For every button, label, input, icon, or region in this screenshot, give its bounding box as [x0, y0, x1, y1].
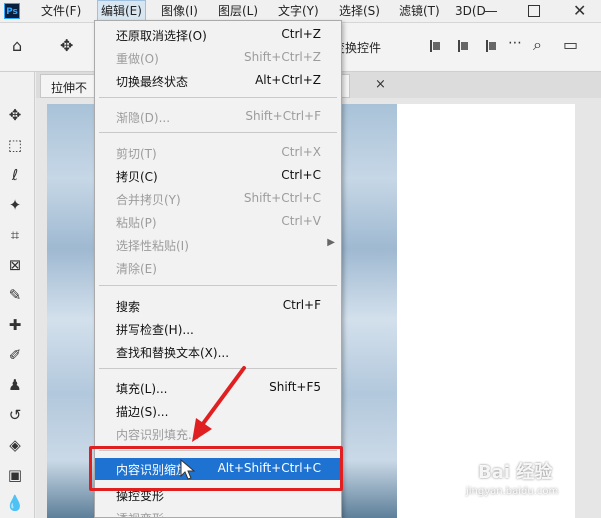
align-right-icon[interactable]	[486, 40, 496, 52]
maximize-icon[interactable]	[528, 5, 540, 17]
watermark-url: jingyan.baidu.com	[466, 486, 559, 497]
menu-item-find-replace[interactable]: 查找和替换文本(X)...	[95, 341, 341, 363]
submenu-arrow-icon: ▶	[327, 237, 335, 248]
menu-separator	[99, 132, 337, 133]
mouse-cursor-icon	[180, 459, 196, 480]
photoshop-logo: Ps	[4, 3, 20, 19]
menu-separator	[99, 97, 337, 98]
move-tool-icon[interactable]: ✥	[4, 104, 26, 126]
menu-item-paste-special[interactable]: 选择性粘贴(I) ▶	[95, 234, 341, 256]
menu-filter[interactable]: 滤镜(T)	[396, 0, 443, 22]
menu-item-fade[interactable]: 渐隐(D)... Shift+Ctrl+F	[95, 106, 341, 128]
eraser-tool-icon[interactable]: ◈	[4, 434, 26, 456]
watermark: Bai 经验 jingyan.baidu.com	[450, 452, 600, 512]
minimize-icon[interactable]	[485, 11, 497, 12]
lasso-tool-icon[interactable]: ℓ	[4, 164, 26, 186]
menu-file[interactable]: 文件(F)	[38, 0, 84, 22]
menu-image[interactable]: 图像(I)	[158, 0, 201, 22]
healing-brush-tool-icon[interactable]: ✚	[4, 314, 26, 336]
menu-3d[interactable]: 3D(D	[452, 0, 489, 22]
marquee-tool-icon[interactable]: ⬚	[4, 134, 26, 156]
menu-item-fill[interactable]: 填充(L)... Shift+F5	[95, 377, 341, 399]
frame-tool-icon[interactable]: ⊠	[4, 254, 26, 276]
align-center-icon[interactable]	[458, 40, 468, 52]
annotation-highlight-box	[89, 446, 343, 491]
edit-menu-dropdown: 还原取消选择(O) Ctrl+Z 重做(O) Shift+Ctrl+Z 切换最终…	[94, 20, 342, 518]
crop-tool-icon[interactable]: ⌗	[4, 224, 26, 246]
tools-panel: ✥ ⬚ ℓ ✦ ⌗ ⊠ ✎ ✚ ✐ ♟ ↺ ◈ ▣ 💧	[0, 72, 35, 518]
home-icon[interactable]: ⌂	[12, 36, 22, 55]
align-left-icon[interactable]	[430, 40, 440, 52]
menu-item-content-aware-fill[interactable]: 内容识别填充...	[95, 423, 341, 445]
eyedropper-tool-icon[interactable]: ✎	[4, 284, 26, 306]
menu-item-undo[interactable]: 还原取消选择(O) Ctrl+Z	[95, 24, 341, 46]
menu-item-spell-check[interactable]: 拼写检查(H)...	[95, 318, 341, 340]
menu-item-clear[interactable]: 清除(E)	[95, 257, 341, 279]
tab-close-icon[interactable]: ×	[375, 77, 386, 92]
blur-tool-icon[interactable]: 💧	[4, 492, 26, 514]
menu-item-cut[interactable]: 剪切(T) Ctrl+X	[95, 142, 341, 164]
close-icon[interactable]: ✕	[573, 1, 586, 20]
menu-item-perspective-warp[interactable]: 透视变形	[95, 507, 341, 517]
more-options-icon[interactable]: ⋯	[508, 35, 522, 51]
menu-item-search[interactable]: 搜索 Ctrl+F	[95, 295, 341, 317]
menu-select[interactable]: 选择(S)	[336, 0, 383, 22]
document-tab-label: 拉伸不	[51, 81, 88, 95]
menu-separator	[99, 285, 337, 286]
menu-layer[interactable]: 图层(L)	[215, 0, 261, 22]
menu-separator	[99, 368, 337, 369]
menu-type[interactable]: 文字(Y)	[275, 0, 322, 22]
menu-item-copy[interactable]: 拷贝(C) Ctrl+C	[95, 165, 341, 187]
menu-item-paste[interactable]: 粘贴(P) Ctrl+V	[95, 211, 341, 233]
magic-wand-tool-icon[interactable]: ✦	[4, 194, 26, 216]
history-brush-tool-icon[interactable]: ↺	[4, 404, 26, 426]
move-icon[interactable]: ✥	[60, 36, 73, 55]
menu-item-toggle-last-state[interactable]: 切换最终状态 Alt+Ctrl+Z	[95, 70, 341, 92]
watermark-brand: Bai 经验	[478, 462, 553, 483]
menu-item-redo[interactable]: 重做(O) Shift+Ctrl+Z	[95, 47, 341, 69]
menu-edit[interactable]: 编辑(E)	[97, 0, 146, 22]
search-icon[interactable]: ⌕	[533, 35, 542, 55]
workspace-icon[interactable]: ▭	[563, 35, 578, 54]
clone-stamp-tool-icon[interactable]: ♟	[4, 374, 26, 396]
gradient-tool-icon[interactable]: ▣	[4, 464, 26, 486]
menu-item-copy-merged[interactable]: 合并拷贝(Y) Shift+Ctrl+C	[95, 188, 341, 210]
brush-tool-icon[interactable]: ✐	[4, 344, 26, 366]
menu-item-stroke[interactable]: 描边(S)...	[95, 400, 341, 422]
